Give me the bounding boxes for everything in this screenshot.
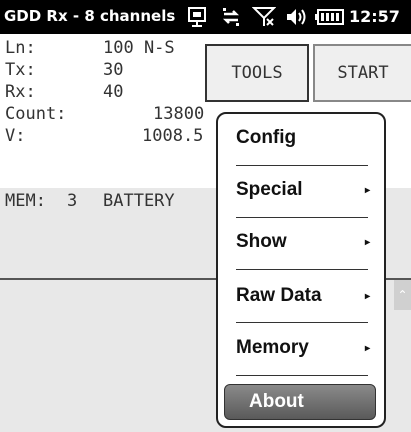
submenu-arrow-icon: ▸ [364, 342, 370, 354]
chevron-up-icon: ⌃ [397, 288, 408, 302]
clock[interactable]: 12:57 [349, 7, 400, 26]
menu-divider [236, 269, 368, 270]
tx-value: 30 [103, 60, 124, 80]
battery-icon[interactable] [314, 6, 346, 28]
submenu-arrow-icon: ▸ [364, 184, 370, 196]
rx-label: Rx: [5, 82, 36, 102]
menu-item-label: About [249, 391, 304, 412]
menu-item-raw-data[interactable]: Raw Data ▸ [228, 278, 372, 314]
menu-item-config[interactable]: Config [228, 120, 372, 156]
menu-item-about[interactable]: About [224, 384, 376, 420]
menu-item-special[interactable]: Special ▸ [228, 172, 372, 208]
no-signal-icon[interactable] [250, 6, 278, 28]
submenu-arrow-icon: ▸ [364, 290, 370, 302]
battery-label: BATTERY [103, 191, 175, 211]
tx-label: Tx: [5, 60, 36, 80]
menu-item-label: Memory [236, 337, 309, 358]
menu-divider [236, 375, 368, 376]
count-label: Count: [5, 104, 67, 124]
tools-menu: Config Special ▸ Show ▸ Raw Data ▸ Memor… [216, 112, 386, 428]
menu-divider [236, 165, 368, 166]
sync-device-icon[interactable] [184, 6, 210, 28]
submenu-arrow-icon: ▸ [364, 236, 370, 248]
menu-item-label: Special [236, 179, 303, 200]
scroll-up-button[interactable]: ⌃ [394, 280, 411, 310]
v-value: 1008.5 [142, 126, 204, 146]
data-connection-icon[interactable] [218, 6, 244, 28]
menu-item-label: Raw Data [236, 285, 322, 306]
tools-button-label: TOOLS [231, 63, 283, 83]
status-bar: GDD Rx - 8 channels 12:57 [0, 0, 411, 34]
menu-item-memory[interactable]: Memory ▸ [228, 330, 372, 366]
ln-value: 100 N-S [103, 38, 175, 58]
menu-divider [236, 217, 368, 218]
menu-item-show[interactable]: Show ▸ [228, 224, 372, 260]
mem-label: MEM: [5, 191, 46, 211]
tools-button[interactable]: TOOLS [205, 44, 309, 102]
rx-value: 40 [103, 82, 124, 102]
volume-icon[interactable] [284, 6, 310, 28]
count-value: 13800 [153, 104, 205, 124]
app-title[interactable]: GDD Rx - 8 channels [4, 7, 180, 25]
menu-item-label: Show [236, 231, 287, 252]
start-button-label: START [337, 63, 389, 83]
ln-label: Ln: [5, 38, 36, 58]
start-button[interactable]: START [313, 44, 411, 102]
menu-divider [236, 322, 368, 323]
menu-item-label: Config [236, 127, 297, 148]
v-label: V: [5, 126, 26, 146]
mem-value: 3 [67, 191, 78, 211]
